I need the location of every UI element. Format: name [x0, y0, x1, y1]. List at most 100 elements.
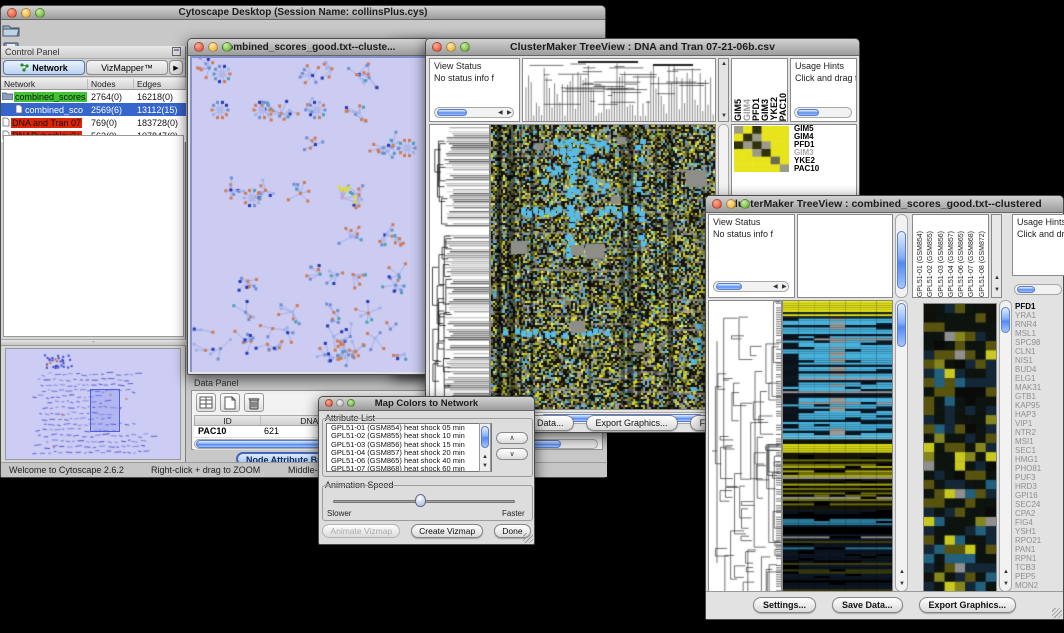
gene-label[interactable]: SPC98: [1015, 338, 1063, 347]
gene-label[interactable]: RNR4: [1015, 320, 1063, 329]
row-label[interactable]: PAC10: [794, 165, 819, 173]
scroll-left-icon[interactable]: ◀: [773, 284, 778, 290]
gene-label[interactable]: RPO21: [1015, 536, 1063, 545]
network-row[interactable]: combined_sco 2569(6) 13112(15): [1, 103, 186, 116]
network-table-header[interactable]: Network Nodes Edges: [1, 78, 186, 90]
zoom-window-icon[interactable]: [222, 42, 232, 52]
close-icon[interactable]: [7, 8, 17, 18]
scroll-right-icon[interactable]: ▶: [782, 284, 787, 290]
zoom-window-icon[interactable]: [35, 8, 45, 18]
zoom-window-icon[interactable]: [347, 399, 355, 407]
minimize-icon[interactable]: [726, 199, 736, 209]
usage-hints-hscrollbar[interactable]: [794, 107, 852, 118]
network-row[interactable]: combined_scores 2764(0) 16218(0): [1, 90, 186, 103]
move-down-button[interactable]: ∨: [496, 448, 528, 460]
tab-network[interactable]: Network: [3, 60, 85, 75]
heatmap-vscrollbar[interactable]: ▲ ▼: [895, 300, 908, 592]
tab-vizmapper[interactable]: VizMapper™: [86, 60, 168, 75]
new-attribute-icon[interactable]: [220, 393, 240, 412]
gene-label[interactable]: PFD1: [1015, 302, 1063, 311]
column-label[interactable]: GPL51-01 (GSM854): [916, 231, 926, 297]
gene-label[interactable]: MSL1: [1015, 329, 1063, 338]
gene-label[interactable]: YRA1: [1015, 311, 1063, 320]
scroll-up-icon[interactable]: ▲: [1003, 569, 1009, 575]
row-dendrogram-panel[interactable]: [708, 300, 782, 592]
gene-label[interactable]: HMG1: [1015, 455, 1063, 464]
gene-label[interactable]: PUF3: [1015, 473, 1063, 482]
treeview-action-button[interactable]: Export Graphics...: [919, 597, 1017, 613]
network-canvas[interactable]: [192, 58, 427, 372]
gene-label[interactable]: TCB3: [1015, 563, 1063, 572]
gene-label[interactable]: FIG4: [1015, 518, 1063, 527]
zoom-vscrollbar[interactable]: ▲ ▼: [999, 300, 1012, 592]
label-scroll-strip[interactable]: ▲ ▼: [991, 214, 1002, 298]
gene-label[interactable]: MAK31: [1015, 383, 1063, 392]
column-label[interactable]: GPL51-07 (GSM868): [967, 231, 977, 297]
gene-label[interactable]: NIS1: [1015, 356, 1063, 365]
zoom-window-icon[interactable]: [460, 42, 470, 52]
treeview-action-button[interactable]: Export Graphics...: [586, 415, 678, 431]
gene-label[interactable]: SEC1: [1015, 446, 1063, 455]
tv2-zoomheat-canvas[interactable]: [924, 304, 996, 591]
scroll-up-icon[interactable]: ▲: [482, 454, 488, 460]
minimize-icon[interactable]: [336, 399, 344, 407]
column-label[interactable]: GPL51-03 (GSM856): [937, 231, 947, 297]
gene-label[interactable]: SEC24: [1015, 500, 1063, 509]
scroll-left-icon[interactable]: ◀: [498, 110, 503, 116]
minimize-icon[interactable]: [446, 42, 456, 52]
heatmap-panel[interactable]: [490, 124, 716, 410]
gene-label[interactable]: PAN1: [1015, 545, 1063, 554]
overview-viewport-rect[interactable]: [90, 389, 120, 432]
table-icon[interactable]: [196, 393, 216, 412]
panel-divider-handle[interactable]: ⁃: [1, 339, 186, 346]
column-label[interactable]: GPL51-06 (GSM865): [957, 231, 967, 297]
gene-label[interactable]: HAP3: [1015, 410, 1063, 419]
column-dendrogram-panel[interactable]: [797, 214, 893, 298]
gene-label[interactable]: GTB1: [1015, 392, 1063, 401]
gene-label[interactable]: VIP1: [1015, 419, 1063, 428]
close-icon[interactable]: [325, 399, 333, 407]
gene-label[interactable]: RPN1: [1015, 554, 1063, 563]
main-title-bar[interactable]: Cytoscape Desktop (Session Name: collins…: [1, 6, 605, 20]
dialog-button[interactable]: Create Vizmap: [411, 524, 483, 538]
gene-label[interactable]: CPA2: [1015, 509, 1063, 518]
scroll-right-icon[interactable]: ▶: [507, 110, 512, 116]
minimize-icon[interactable]: [21, 8, 31, 18]
close-icon[interactable]: [712, 199, 722, 209]
attribute-list[interactable]: GPL51-01 (GSM854) heat shock 05 minGPL51…: [326, 423, 492, 472]
tab-overflow-button[interactable]: ▶: [169, 60, 183, 75]
dialog-button[interactable]: Animate Vizmap: [322, 524, 400, 538]
gene-label[interactable]: MSI1: [1015, 437, 1063, 446]
gene-label[interactable]: YSH1: [1015, 527, 1063, 536]
float-panel-icon[interactable]: [172, 47, 181, 58]
scroll-down-icon[interactable]: ▼: [482, 463, 488, 469]
column-label[interactable]: GPL51-04 (GSM857): [947, 231, 957, 297]
scroll-up-icon[interactable]: ▲: [899, 569, 905, 575]
resize-grip[interactable]: [523, 533, 533, 543]
gene-label[interactable]: GPI16: [1015, 491, 1063, 500]
column-label[interactable]: GPL51-02 (GSM855): [926, 231, 936, 297]
gene-label[interactable]: MON2: [1015, 581, 1063, 590]
network-row[interactable]: DNA and Tran 07 769(0) 183728(0): [1, 116, 186, 129]
tv2-dendro-canvas[interactable]: [709, 301, 781, 591]
close-icon[interactable]: [194, 42, 204, 52]
scroll-down-icon[interactable]: ▼: [899, 581, 905, 587]
scroll-down-icon[interactable]: ▼: [1003, 581, 1009, 587]
top-vscrollbar[interactable]: [895, 214, 908, 298]
scroll-down-icon[interactable]: ▼: [721, 113, 727, 119]
attribute-list-item[interactable]: GPL51-07 (GSM868) heat shock 60 min: [329, 465, 491, 472]
gene-label[interactable]: PHO81: [1015, 464, 1063, 473]
usage-hints-hscrollbar[interactable]: [1014, 284, 1062, 295]
tv1-miniheat-canvas[interactable]: [734, 126, 789, 172]
gene-label[interactable]: HRD3: [1015, 482, 1063, 491]
network-list-empty-area[interactable]: [3, 135, 184, 337]
gene-label[interactable]: ELG1: [1015, 374, 1063, 383]
network-overview-panel[interactable]: [5, 348, 181, 460]
minimize-icon[interactable]: [208, 42, 218, 52]
gene-label[interactable]: BUD4: [1015, 365, 1063, 374]
network-view-canvas-area[interactable]: [190, 56, 427, 372]
open-folder-icon[interactable]: [1, 20, 21, 40]
gene-label[interactable]: PEP5: [1015, 572, 1063, 581]
tv1-topdendro-canvas[interactable]: [523, 59, 715, 121]
row-dendrogram-panel[interactable]: [429, 124, 490, 410]
